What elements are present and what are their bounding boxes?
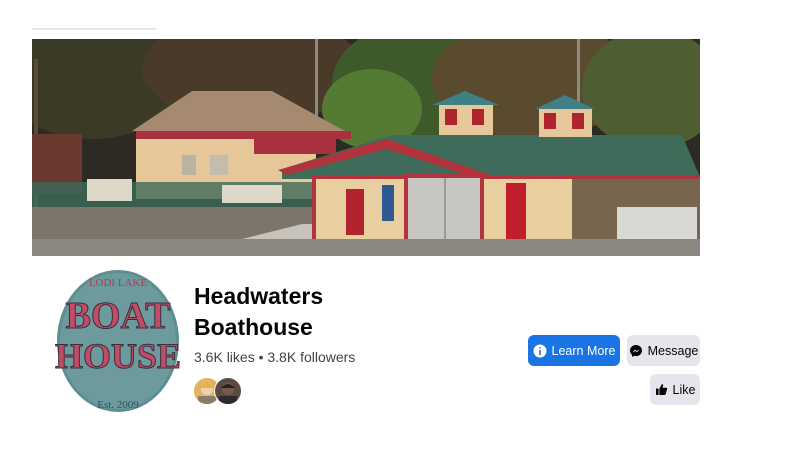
info-icon <box>533 344 547 358</box>
logo-line1: BOAT <box>66 295 171 337</box>
logo-line2: HOUSE <box>55 336 181 376</box>
friend-avatar[interactable] <box>214 377 242 405</box>
learn-more-button[interactable]: Learn More <box>528 335 620 366</box>
boathouse-logo: LODI LAKE BOAT HOUSE Est. 2009 <box>54 268 182 414</box>
logo-est-text: Est. 2009 <box>97 399 139 411</box>
page-title: Headwaters Boathouse <box>194 283 324 340</box>
person-icon <box>219 383 237 404</box>
like-label: Like <box>672 382 696 397</box>
top-divider <box>32 28 156 30</box>
logo-top-text: LODI LAKE <box>89 277 148 289</box>
friends-who-like[interactable] <box>193 377 243 405</box>
cover-photo[interactable] <box>32 39 700 256</box>
message-label: Message <box>647 343 699 358</box>
learn-more-label: Learn More <box>551 343 616 358</box>
thumbs-up-icon <box>655 383 668 396</box>
page-stats[interactable]: 3.6K likes • 3.8K followers <box>194 349 355 365</box>
messenger-icon <box>629 344 643 358</box>
message-button[interactable]: Message <box>627 335 700 366</box>
like-button[interactable]: Like <box>650 374 700 405</box>
cover-image <box>32 39 700 256</box>
profile-picture[interactable]: LODI LAKE BOAT HOUSE Est. 2009 <box>54 268 182 414</box>
